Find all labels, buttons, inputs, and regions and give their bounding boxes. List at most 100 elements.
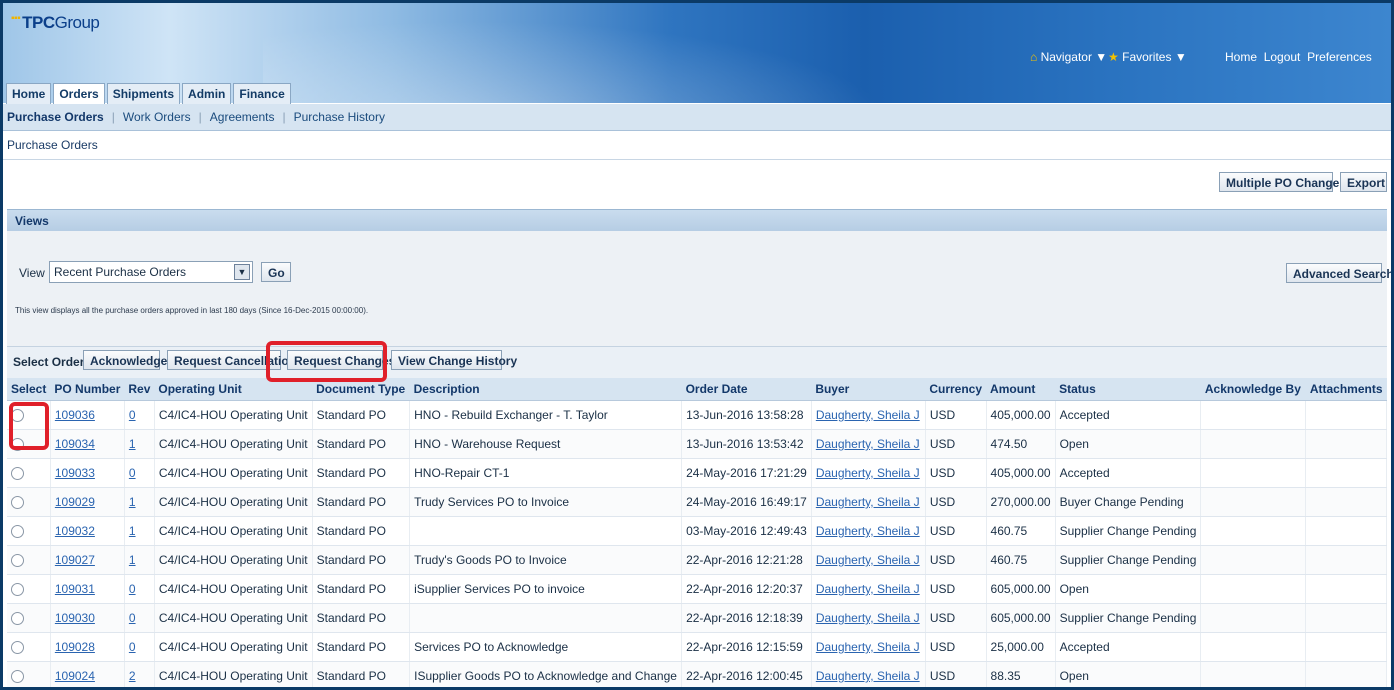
description-cell: Trudy's Goods PO to Invoice bbox=[409, 545, 683, 575]
multiple-po-change-button[interactable]: Multiple PO Change bbox=[1219, 172, 1339, 192]
select-radio[interactable] bbox=[11, 612, 24, 626]
buyer-link[interactable]: Daugherty, Sheila J bbox=[816, 669, 920, 683]
tab-finance[interactable]: Finance bbox=[233, 83, 291, 104]
buyer-cell: Daugherty, Sheila J bbox=[811, 574, 926, 604]
rev-link[interactable]: 1 bbox=[129, 524, 136, 538]
col-status[interactable]: Status bbox=[1055, 378, 1201, 401]
select-radio[interactable] bbox=[11, 583, 24, 597]
rev-link[interactable]: 0 bbox=[129, 408, 136, 422]
advanced-search-button[interactable]: Advanced Search bbox=[1286, 263, 1391, 283]
po-number-cell: 109027 bbox=[50, 545, 125, 575]
description-cell: HNO-Repair CT-1 bbox=[409, 458, 683, 488]
buyer-link[interactable]: Daugherty, Sheila J bbox=[816, 466, 920, 480]
tab-orders[interactable]: Orders bbox=[53, 83, 105, 104]
tab-shipments[interactable]: Shipments bbox=[106, 83, 181, 104]
subnav-work-orders[interactable]: Work Orders bbox=[123, 110, 191, 124]
col-acknowledge-by[interactable]: Acknowledge By bbox=[1200, 378, 1306, 401]
attachments-cell bbox=[1305, 603, 1387, 633]
buyer-link[interactable]: Daugherty, Sheila J bbox=[816, 437, 920, 451]
buyer-link[interactable]: Daugherty, Sheila J bbox=[816, 495, 920, 509]
navigator-menu[interactable]: ⌂ Navigator ▼ bbox=[1030, 50, 1107, 64]
table-body: 109036 0 C4/IC4-HOU Operating Unit Standard… bbox=[7, 400, 1387, 687]
po-number-link[interactable]: 109031 bbox=[55, 582, 95, 596]
acknowledge-by-cell bbox=[1200, 487, 1307, 517]
subnav-purchase-history[interactable]: Purchase History bbox=[294, 110, 385, 124]
acknowledge-button[interactable]: Acknowledge bbox=[83, 350, 167, 370]
operating-unit-cell: C4/IC4-HOU Operating Unit bbox=[154, 400, 313, 430]
global-links: Home Logout Preferences bbox=[1225, 50, 1372, 64]
go-button[interactable]: Go bbox=[261, 262, 291, 282]
view-change-history-button[interactable]: View Change History bbox=[391, 350, 517, 370]
purchase-orders-table: Select PO Number Rev Operating Unit Docu… bbox=[7, 378, 1387, 687]
buyer-link[interactable]: Daugherty, Sheila J bbox=[816, 408, 920, 422]
tab-home[interactable]: Home bbox=[6, 83, 52, 104]
description-cell: ISupplier Goods PO to Acknowledge and Ch… bbox=[409, 661, 683, 687]
po-number-link[interactable]: 109029 bbox=[55, 495, 95, 509]
po-number-link[interactable]: 109028 bbox=[55, 640, 95, 654]
logout-link[interactable]: Logout bbox=[1264, 50, 1301, 64]
select-radio[interactable] bbox=[11, 467, 24, 481]
buyer-link[interactable]: Daugherty, Sheila J bbox=[816, 553, 920, 567]
status-cell: Open bbox=[1055, 661, 1202, 687]
rev-link[interactable]: 0 bbox=[129, 466, 136, 480]
table-row: 109031 0 C4/IC4-HOU Operating Unit Standard… bbox=[7, 574, 1387, 604]
col-description[interactable]: Description bbox=[409, 378, 682, 401]
preferences-link[interactable]: Preferences bbox=[1307, 50, 1372, 64]
acknowledge-by-cell bbox=[1200, 574, 1307, 604]
table-row: 109027 1 C4/IC4-HOU Operating Unit Standard… bbox=[7, 545, 1387, 575]
col-currency[interactable]: Currency bbox=[925, 378, 987, 401]
rev-link[interactable]: 1 bbox=[129, 495, 136, 509]
po-number-link[interactable]: 109034 bbox=[55, 437, 95, 451]
header-banner: ▪▪▪ TPCGroup ⌂ Navigator ▼ ★ Favorites ▼ … bbox=[3, 3, 1391, 104]
buyer-link[interactable]: Daugherty, Sheila J bbox=[816, 524, 920, 538]
col-order-date[interactable]: Order Date bbox=[681, 378, 812, 401]
buyer-link[interactable]: Daugherty, Sheila J bbox=[816, 611, 920, 625]
export-button[interactable]: Export bbox=[1340, 172, 1387, 192]
currency-cell: USD bbox=[925, 487, 987, 517]
home-link[interactable]: Home bbox=[1225, 50, 1257, 64]
request-cancellation-button[interactable]: Request Cancellation bbox=[167, 350, 296, 370]
description-cell bbox=[409, 516, 683, 546]
table-row: 109032 1 C4/IC4-HOU Operating Unit Standard… bbox=[7, 516, 1387, 546]
col-po-number[interactable]: PO Number bbox=[50, 378, 125, 401]
col-buyer[interactable]: Buyer bbox=[811, 378, 926, 401]
amount-cell: 405,000.00 bbox=[986, 400, 1056, 430]
highlight-select-radio bbox=[9, 402, 49, 450]
buyer-cell: Daugherty, Sheila J bbox=[811, 458, 926, 488]
col-rev[interactable]: Rev bbox=[124, 378, 155, 401]
po-number-link[interactable]: 109027 bbox=[55, 553, 95, 567]
select-radio[interactable] bbox=[11, 641, 24, 655]
po-number-link[interactable]: 109033 bbox=[55, 466, 95, 480]
po-number-link[interactable]: 109032 bbox=[55, 524, 95, 538]
select-radio[interactable] bbox=[11, 554, 24, 568]
po-number-link[interactable]: 109030 bbox=[55, 611, 95, 625]
rev-link[interactable]: 0 bbox=[129, 640, 136, 654]
rev-link[interactable]: 1 bbox=[129, 553, 136, 567]
rev-link[interactable]: 1 bbox=[129, 437, 136, 451]
buyer-link[interactable]: Daugherty, Sheila J bbox=[816, 640, 920, 654]
col-amount[interactable]: Amount bbox=[986, 378, 1056, 401]
rev-cell: 0 bbox=[124, 603, 155, 633]
rev-link[interactable]: 2 bbox=[129, 669, 136, 683]
select-radio[interactable] bbox=[11, 525, 24, 539]
po-number-link[interactable]: 109036 bbox=[55, 408, 95, 422]
main-tabs: Home Orders Shipments Admin Finance bbox=[6, 83, 293, 104]
rev-link[interactable]: 0 bbox=[129, 582, 136, 596]
select-radio[interactable] bbox=[11, 670, 24, 684]
amount-cell: 605,000.00 bbox=[986, 574, 1056, 604]
order-date-cell: 03-May-2016 12:49:43 bbox=[681, 516, 812, 546]
subnav-separator: | bbox=[111, 110, 115, 124]
buyer-link[interactable]: Daugherty, Sheila J bbox=[816, 582, 920, 596]
view-select[interactable]: Recent Purchase Orders ▼ bbox=[49, 261, 253, 283]
rev-link[interactable]: 0 bbox=[129, 611, 136, 625]
tab-admin[interactable]: Admin bbox=[182, 83, 232, 104]
amount-cell: 25,000.00 bbox=[986, 632, 1056, 662]
subnav-agreements[interactable]: Agreements bbox=[210, 110, 275, 124]
row-select-cell bbox=[7, 603, 51, 633]
po-number-link[interactable]: 109024 bbox=[55, 669, 95, 683]
select-radio[interactable] bbox=[11, 496, 24, 510]
description-cell: HNO - Rebuild Exchanger - T. Taylor bbox=[409, 400, 683, 430]
subnav-purchase-orders[interactable]: Purchase Orders bbox=[7, 110, 104, 124]
operating-unit-cell: C4/IC4-HOU Operating Unit bbox=[154, 632, 313, 662]
favorites-menu[interactable]: ★ Favorites ▼ bbox=[1108, 50, 1187, 64]
